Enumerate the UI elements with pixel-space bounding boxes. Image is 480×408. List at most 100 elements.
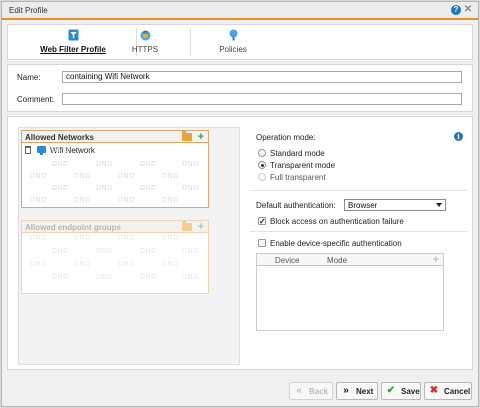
dnd-placeholder: DND — [96, 274, 113, 281]
dnd-placeholder: DND — [74, 261, 91, 268]
dnd-placeholder: DND — [52, 274, 69, 281]
tab-https[interactable]: HTTPS — [100, 25, 190, 59]
comment-field[interactable] — [62, 93, 462, 105]
default-authentication-label: Default authentication: — [256, 201, 336, 210]
full-transparent-radio[interactable] — [258, 173, 266, 181]
block-access-label: Block access on authentication failure — [270, 217, 404, 226]
dnd-placeholder: DND — [30, 197, 47, 204]
filter-icon — [68, 29, 79, 41]
dnd-placeholder: DND — [182, 248, 199, 255]
networks-panel: Allowed Networks + Wifi Network DND DND … — [18, 127, 240, 365]
tab-label: Policies — [219, 45, 247, 54]
back-button[interactable]: « Back — [289, 382, 333, 400]
dnd-placeholder: DND — [118, 261, 135, 268]
main-content: Allowed Networks + Wifi Network DND DND … — [7, 116, 473, 370]
dnd-placeholder: DND — [162, 173, 179, 180]
device-table-header: Device Mode + — [257, 254, 443, 266]
close-icon[interactable]: ✕ — [463, 4, 473, 16]
dnd-placeholder: DND — [118, 197, 135, 204]
name-field[interactable]: containing Wifi Network — [62, 71, 462, 83]
comment-label: Comment: — [17, 95, 54, 104]
column-header-mode: Mode — [327, 256, 348, 265]
dnd-placeholder: DND — [162, 235, 179, 242]
next-button-label: Next — [356, 387, 374, 396]
allowed-networks-title: Allowed Networks — [25, 133, 94, 142]
dialog-titlebar: Edit Profile ? ✕ — [2, 2, 478, 20]
cancel-button[interactable]: ✖ Cancel — [424, 382, 472, 400]
column-header-device: Device — [275, 256, 300, 265]
double-chevron-right-icon: » — [343, 385, 349, 396]
edit-profile-dialog: Edit Profile ? ✕ Web Filter Profile HTTP… — [1, 1, 479, 407]
allowed-endpoint-groups-title: Allowed endpoint groups — [25, 223, 121, 232]
add-network-icon[interactable]: + — [198, 131, 204, 143]
dnd-placeholder: DND — [182, 274, 199, 281]
save-button-label: Save — [401, 387, 420, 396]
standard-mode-label: Standard mode — [270, 149, 325, 158]
dnd-placeholder: DND — [30, 235, 47, 242]
folder-icon[interactable] — [182, 131, 192, 141]
dnd-placeholder: DND — [52, 248, 69, 255]
dialog-title: Edit Profile — [9, 6, 48, 15]
dnd-placeholder: DND — [118, 235, 135, 242]
info-icon[interactable]: i — [454, 132, 463, 141]
tab-label: HTTPS — [131, 45, 159, 54]
folder-icon — [182, 221, 192, 231]
dnd-placeholder: DND — [52, 161, 69, 168]
allowed-endpoint-groups-header: Allowed endpoint groups + — [22, 221, 208, 233]
network-icon — [37, 146, 46, 155]
default-authentication-select[interactable]: Browser — [344, 199, 446, 211]
tab-policies[interactable]: Policies — [188, 25, 278, 59]
cancel-button-label: Cancel — [444, 387, 471, 396]
trash-icon[interactable] — [25, 146, 31, 154]
dnd-placeholder: DND — [96, 248, 113, 255]
list-item[interactable]: Wifi Network — [22, 144, 208, 156]
dnd-placeholder: DND — [162, 261, 179, 268]
dnd-placeholder: DND — [96, 161, 113, 168]
dnd-placeholder: DND — [140, 248, 157, 255]
dnd-placeholder: DND — [182, 185, 199, 192]
dnd-placeholder: DND — [162, 197, 179, 204]
tab-bar: Web Filter Profile HTTPS Policies — [7, 24, 473, 60]
default-authentication-value: Browser — [348, 201, 378, 210]
dnd-placeholder: DND — [140, 185, 157, 192]
back-button-label: Back — [309, 387, 329, 396]
check-icon: ✔ — [386, 385, 396, 396]
transparent-mode-label: Transparent mode — [270, 161, 336, 170]
policy-pin-icon — [229, 29, 238, 41]
dnd-placeholder: DND — [30, 261, 47, 268]
dnd-placeholder: DND — [96, 185, 113, 192]
https-lock-icon — [140, 30, 151, 41]
next-button[interactable]: » Next — [336, 382, 378, 400]
dnd-placeholder: DND — [74, 173, 91, 180]
dnd-placeholder: DND — [182, 161, 199, 168]
allowed-endpoint-groups-box: Allowed endpoint groups + DND DND DND DN… — [21, 220, 209, 294]
device-specific-auth-checkbox[interactable] — [258, 239, 266, 247]
operation-mode-label: Operation mode: — [256, 133, 316, 142]
allowed-networks-box: Allowed Networks + Wifi Network DND DND … — [21, 130, 209, 208]
add-device-icon: + — [432, 254, 439, 266]
help-icon[interactable]: ? — [451, 5, 461, 15]
profile-form: Name: containing Wifi Network Comment: — [7, 64, 473, 112]
device-specific-auth-label: Enable device-specific authentication — [270, 239, 402, 248]
dnd-placeholder: DND — [74, 235, 91, 242]
chevron-down-icon — [436, 203, 442, 207]
settings-panel: Operation mode: i Standard mode Transpar… — [248, 121, 468, 365]
allowed-networks-header: Allowed Networks + — [22, 131, 208, 143]
transparent-mode-radio[interactable] — [258, 161, 266, 169]
divider — [250, 190, 468, 191]
save-button[interactable]: ✔ Save — [381, 382, 421, 400]
cancel-x-icon: ✖ — [429, 385, 439, 396]
dialog-footer: « Back » Next ✔ Save ✖ Cancel — [2, 374, 478, 406]
dnd-placeholder: DND — [30, 173, 47, 180]
standard-mode-radio[interactable] — [258, 149, 266, 157]
full-transparent-label: Full transparent — [270, 173, 326, 182]
dnd-placeholder: DND — [140, 161, 157, 168]
dnd-placeholder: DND — [52, 185, 69, 192]
device-table: Device Mode + — [256, 253, 444, 331]
dnd-placeholder: DND — [52, 147, 69, 154]
add-endpoint-group-icon: + — [197, 221, 204, 233]
name-label: Name: — [17, 73, 41, 82]
block-access-checkbox[interactable]: ✓ — [258, 217, 266, 226]
dnd-placeholder: DND — [118, 173, 135, 180]
dnd-placeholder: DND — [74, 197, 91, 204]
